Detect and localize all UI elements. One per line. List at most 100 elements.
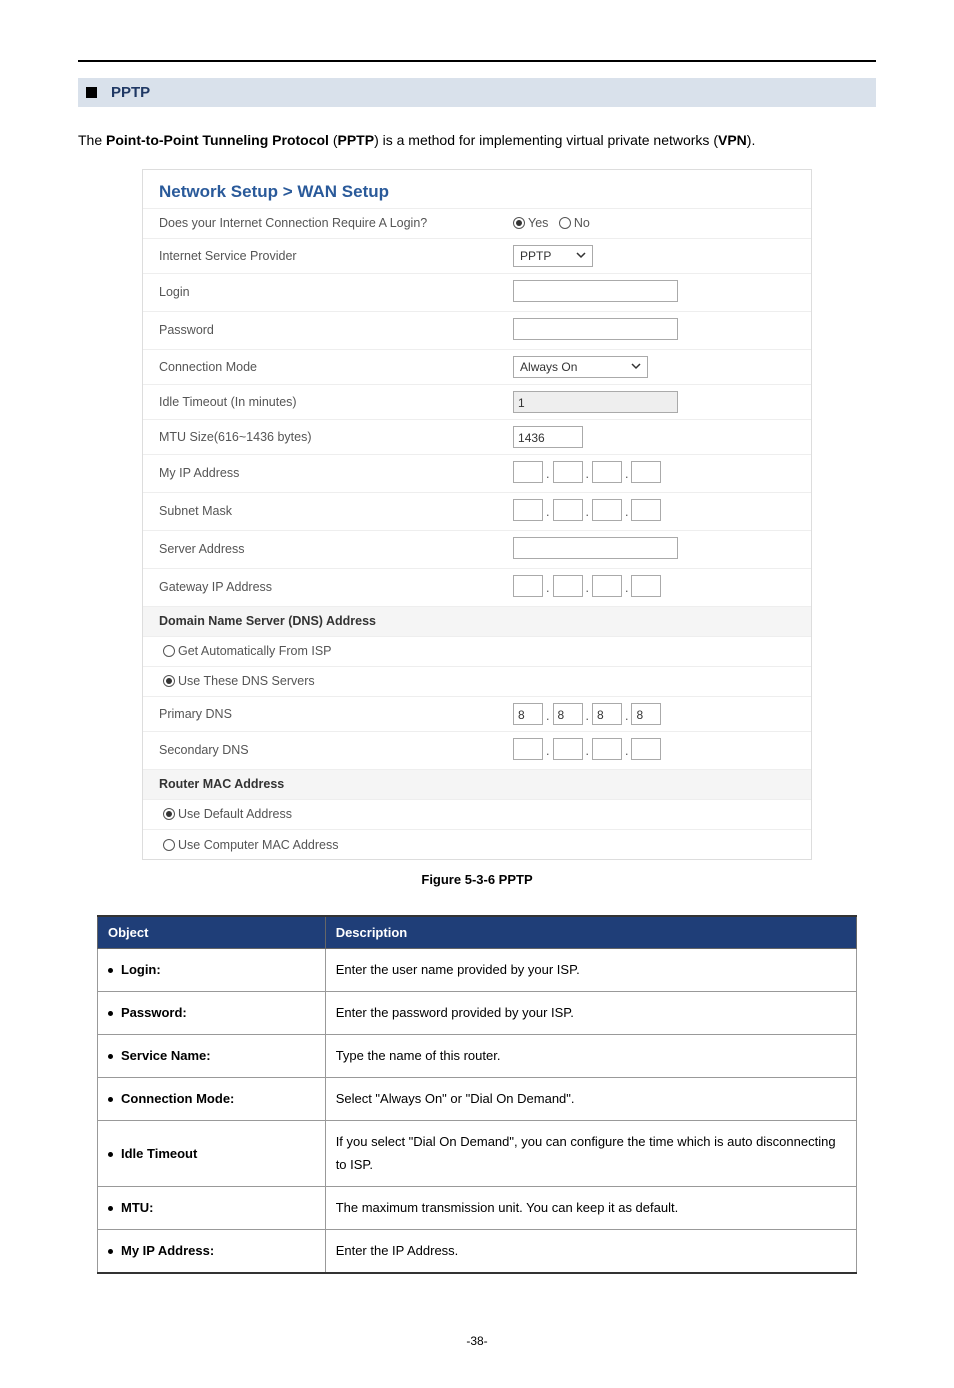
dot: .: [583, 467, 592, 483]
password-input[interactable]: [513, 318, 678, 340]
table-row: Password: Enter the password provided by …: [98, 992, 857, 1035]
table-row: My IP Address:Enter the IP Address.: [98, 1229, 857, 1273]
object-cell: Connection Mode:: [98, 1078, 326, 1121]
login-input[interactable]: [513, 280, 678, 302]
chevron-down-icon: [631, 360, 641, 374]
server-input[interactable]: [513, 537, 678, 559]
description-cell: Enter the password provided by your ISP.: [325, 992, 856, 1035]
ip-octet-input[interactable]: [553, 575, 583, 597]
ip-octet-input[interactable]: 8: [513, 703, 543, 725]
dns-heading: Domain Name Server (DNS) Address: [143, 606, 811, 636]
ip-octet-input[interactable]: [553, 738, 583, 760]
ip-octet-input[interactable]: [513, 575, 543, 597]
table-row: Service Name: Type the name of this route…: [98, 1035, 857, 1078]
ip-octet-input[interactable]: [592, 499, 622, 521]
mac-heading: Router MAC Address: [143, 769, 811, 799]
select-value: PPTP: [520, 249, 551, 263]
object-label: Idle Timeout: [121, 1146, 197, 1161]
panel-title: Network Setup > WAN Setup: [143, 170, 811, 208]
section-heading-label: PPTP: [111, 84, 150, 101]
idle-input[interactable]: 1: [513, 391, 678, 413]
require-login-yes-radio[interactable]: Yes: [513, 216, 548, 230]
dot: .: [543, 744, 552, 760]
object-label: Password:: [121, 1005, 187, 1020]
ip-octet-input[interactable]: [631, 461, 661, 483]
object-label: Login:: [121, 962, 161, 977]
object-label: My IP Address:: [121, 1243, 214, 1258]
bullet-square-icon: [86, 87, 97, 98]
ip-octet-input[interactable]: [513, 738, 543, 760]
description-cell: Type the name of this router.: [325, 1035, 856, 1078]
table-head-description: Description: [325, 916, 856, 949]
bullet-icon: [108, 1152, 113, 1157]
figure-caption: Figure 5-3-6 PPTP: [78, 872, 876, 887]
radio-label: Use Default Address: [178, 807, 292, 821]
dot: .: [583, 709, 592, 725]
myip-label: My IP Address: [143, 454, 497, 492]
gateway-label: Gateway IP Address: [143, 568, 497, 606]
dot: .: [543, 467, 552, 483]
page-number: -38-: [78, 1334, 876, 1348]
subnet-label: Subnet Mask: [143, 492, 497, 530]
ip-octet-input[interactable]: [631, 738, 661, 760]
ip-octet-input[interactable]: [513, 499, 543, 521]
ip-octet-input[interactable]: [553, 461, 583, 483]
radio-icon: [163, 808, 175, 820]
radio-label: No: [574, 216, 590, 230]
gateway-input-group: . . .: [513, 575, 661, 597]
radio-icon: [163, 645, 175, 657]
mtu-input[interactable]: 1436: [513, 426, 583, 448]
isp-select[interactable]: PPTP: [513, 245, 593, 267]
ip-octet-input[interactable]: [592, 461, 622, 483]
intro-text: ).: [747, 132, 756, 148]
require-login-no-radio[interactable]: No: [559, 216, 590, 230]
dot: .: [622, 744, 631, 760]
object-label: MTU:: [121, 1200, 154, 1215]
secondary-dns-label: Secondary DNS: [143, 731, 497, 769]
ip-octet-input[interactable]: 8: [592, 703, 622, 725]
object-cell: Login:: [98, 949, 326, 992]
conn-mode-select[interactable]: Always On: [513, 356, 648, 378]
bullet-icon: [108, 1054, 113, 1059]
ip-octet-input[interactable]: [513, 461, 543, 483]
radio-label: Get Automatically From ISP: [178, 644, 332, 658]
table-row: Login:Enter the user name provided by yo…: [98, 949, 857, 992]
dot: .: [622, 467, 631, 483]
object-cell: Service Name:: [98, 1035, 326, 1078]
description-cell: The maximum transmission unit. You can k…: [325, 1186, 856, 1229]
dot: .: [543, 581, 552, 597]
intro-text: The: [78, 132, 106, 148]
radio-icon: [163, 839, 175, 851]
idle-label: Idle Timeout (In minutes): [143, 384, 497, 419]
object-label: Connection Mode:: [121, 1091, 234, 1106]
mac-computer-radio[interactable]: Use Computer MAC Address: [163, 838, 338, 852]
ip-octet-input[interactable]: 8: [553, 703, 583, 725]
intro-paragraph: The Point-to-Point Tunneling Protocol (P…: [78, 131, 876, 151]
primary-dns-label: Primary DNS: [143, 696, 497, 731]
ip-octet-input[interactable]: 8: [631, 703, 661, 725]
conn-mode-label: Connection Mode: [143, 349, 497, 384]
table-row: Connection Mode: Select "Always On" or "D…: [98, 1078, 857, 1121]
ip-octet-input[interactable]: [592, 738, 622, 760]
dot: .: [543, 709, 552, 725]
radio-label: Use Computer MAC Address: [178, 838, 338, 852]
select-value: Always On: [520, 360, 577, 374]
radio-label: Use These DNS Servers: [178, 674, 315, 688]
dns-use-radio[interactable]: Use These DNS Servers: [163, 674, 315, 688]
bullet-icon: [108, 1249, 113, 1254]
ip-octet-input[interactable]: [631, 575, 661, 597]
description-cell: Select "Always On" or "Dial On Demand".: [325, 1078, 856, 1121]
description-cell: If you select "Dial On Demand", you can …: [325, 1121, 856, 1186]
ip-octet-input[interactable]: [553, 499, 583, 521]
table-row: Idle Timeout If you select "Dial On Deman…: [98, 1121, 857, 1186]
intro-bold-1: Point-to-Point Tunneling Protocol: [106, 132, 329, 148]
dns-auto-radio[interactable]: Get Automatically From ISP: [163, 644, 332, 658]
dot: .: [622, 505, 631, 521]
mac-default-radio[interactable]: Use Default Address: [163, 807, 292, 821]
server-label: Server Address: [143, 530, 497, 568]
ip-octet-input[interactable]: [631, 499, 661, 521]
primary-dns-input-group: 8. 8. 8. 8: [513, 703, 661, 725]
ip-octet-input[interactable]: [592, 575, 622, 597]
radio-icon: [163, 675, 175, 687]
object-label: Service Name:: [121, 1048, 211, 1063]
